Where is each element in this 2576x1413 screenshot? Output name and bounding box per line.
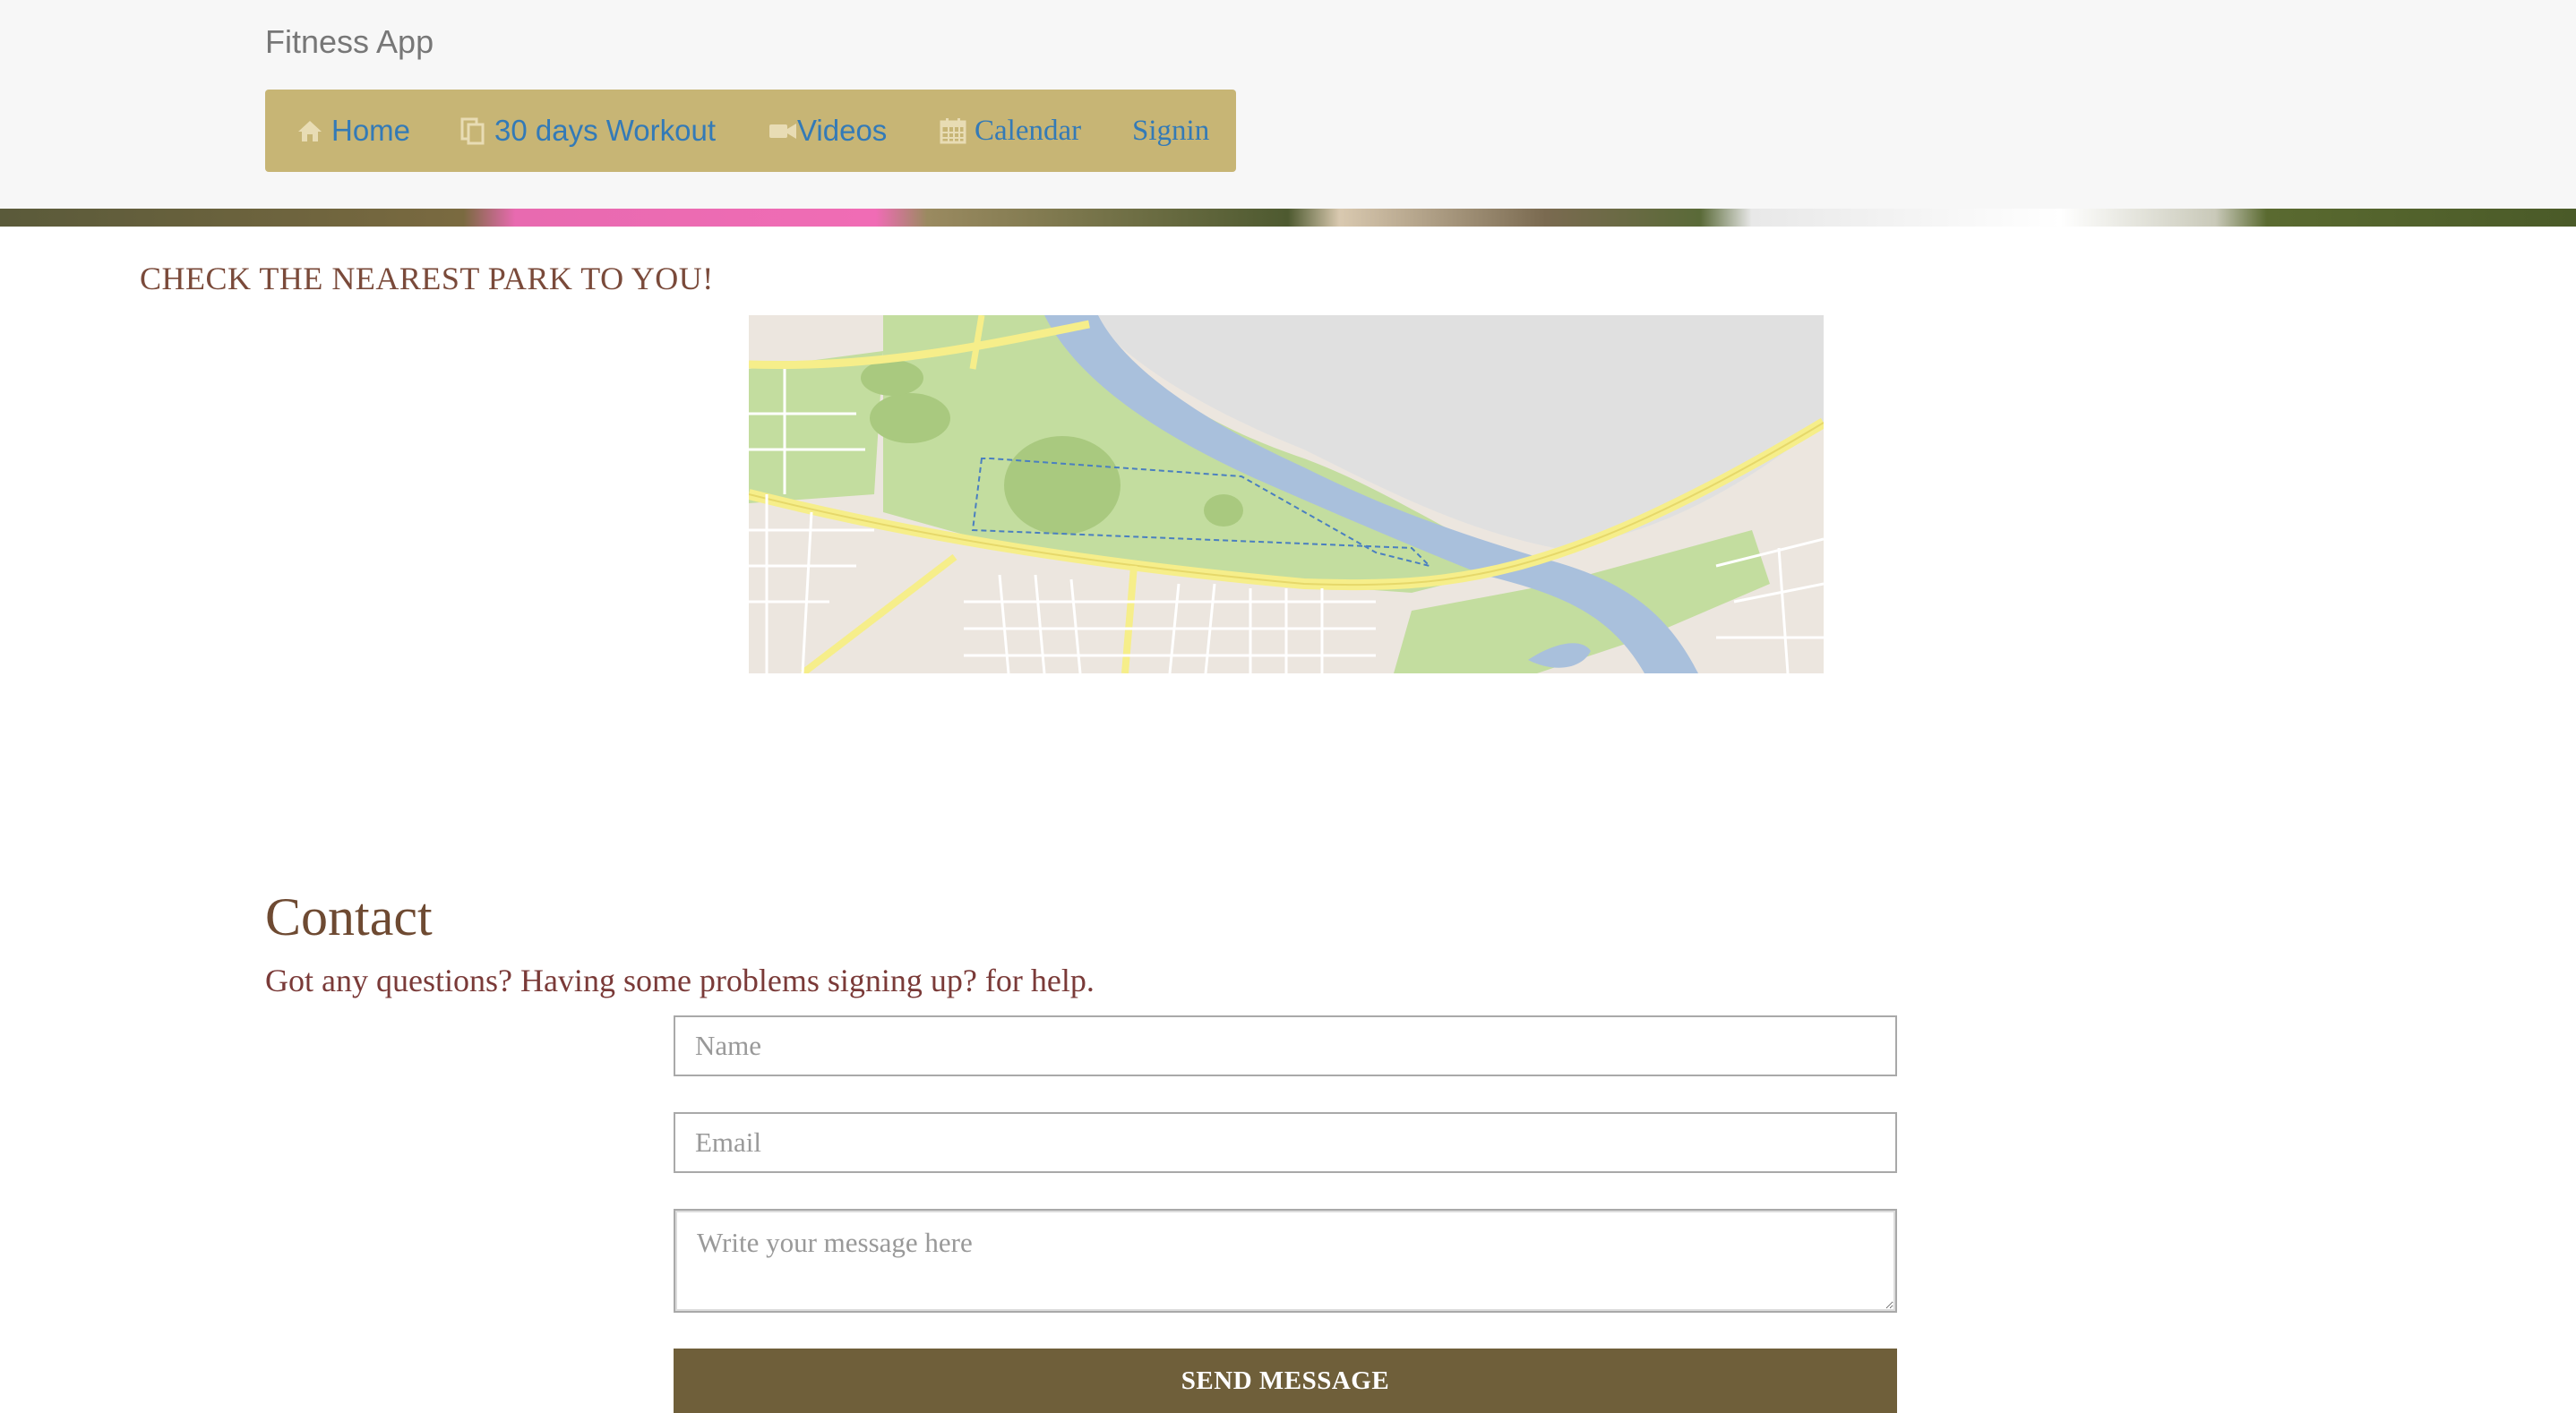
email-input[interactable] bbox=[674, 1112, 1897, 1173]
contact-title: Contact bbox=[265, 887, 433, 946]
nav-30-days-workout[interactable]: 30 days Workout bbox=[459, 90, 716, 172]
park-section-title: CHECK THE NEAREST PARK TO YOU! bbox=[140, 261, 714, 296]
name-input[interactable] bbox=[674, 1015, 1897, 1076]
calendar-icon bbox=[939, 116, 967, 145]
file-icon bbox=[459, 116, 487, 145]
nav-signin-label: Signin bbox=[1132, 114, 1210, 147]
nav-home[interactable]: Home bbox=[296, 90, 410, 172]
home-icon bbox=[296, 116, 324, 145]
hero-image-strip bbox=[0, 209, 2576, 227]
message-textarea[interactable] bbox=[674, 1209, 1897, 1313]
park-map[interactable] bbox=[749, 315, 1824, 673]
contact-subtitle: Got any questions? Having some problems … bbox=[265, 963, 1095, 998]
nav-videos[interactable]: Videos bbox=[769, 90, 887, 172]
send-message-button[interactable]: SEND MESSAGE bbox=[674, 1349, 1897, 1413]
nav-signin[interactable]: Signin bbox=[1132, 90, 1209, 172]
brand-title[interactable]: Fitness App bbox=[265, 23, 434, 61]
nav-home-label: Home bbox=[331, 114, 411, 147]
nav-videos-label: Videos bbox=[797, 114, 888, 147]
nav-30-days-workout-label: 30 days Workout bbox=[494, 114, 717, 147]
navbar: Home 30 days Workout Videos Calendar Sig… bbox=[265, 90, 1236, 172]
header: Fitness App Home 30 days Workout Videos … bbox=[0, 0, 2576, 209]
nav-calendar-label: Calendar bbox=[975, 114, 1082, 147]
video-camera-icon bbox=[769, 116, 797, 145]
nav-calendar[interactable]: Calendar bbox=[939, 90, 1081, 172]
